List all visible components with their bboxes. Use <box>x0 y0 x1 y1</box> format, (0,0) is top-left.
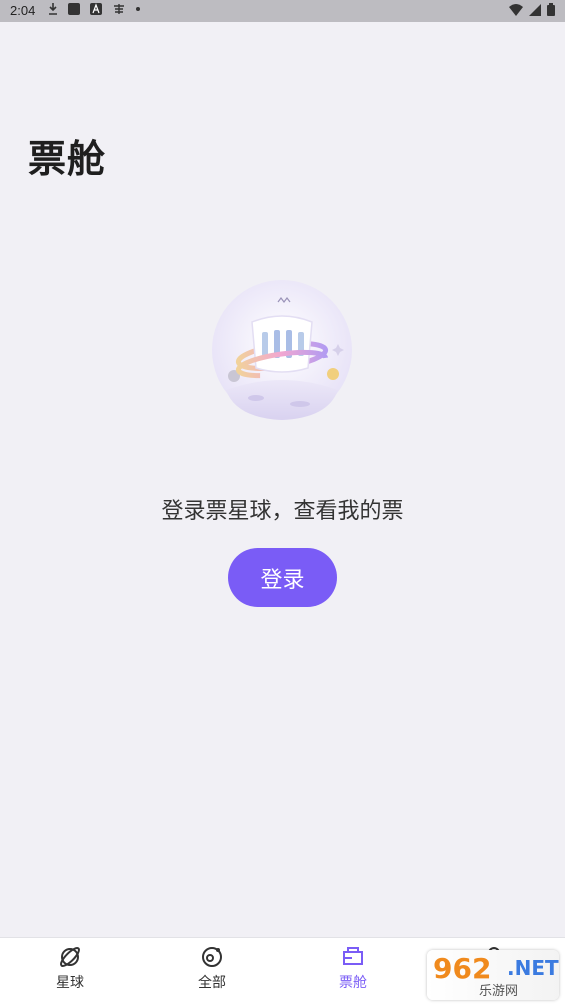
empty-state-message: 登录票星球，查看我的票 <box>161 499 404 524</box>
site-watermark: 962 .NET 乐游网 <box>427 950 559 1000</box>
category-icon <box>202 947 222 967</box>
app-icon <box>68 3 80 15</box>
nav-label-all: 全部 <box>198 975 226 991</box>
page-title: 票舱 <box>28 137 107 181</box>
font-icon <box>90 3 102 15</box>
bug-icon <box>114 4 124 14</box>
battery-icon <box>547 3 555 16</box>
watermark-suffix: .NET <box>507 956 559 980</box>
ticket-cabin-icon <box>343 947 363 965</box>
nav-label-ticket-cabin: 票舱 <box>339 975 367 991</box>
nav-label-planet: 星球 <box>56 975 84 991</box>
signal-icon <box>529 3 541 16</box>
download-icon <box>49 3 57 15</box>
nav-item-planet[interactable]: 星球 <box>20 938 120 1005</box>
status-time: 2:04 <box>10 3 36 18</box>
login-button[interactable]: 登录 <box>228 548 337 607</box>
nav-item-all[interactable]: 全部 <box>162 938 262 1005</box>
planet-icon <box>60 947 80 967</box>
empty-ticket-illustration <box>212 280 352 420</box>
status-bar: 2:04 <box>0 0 565 22</box>
notification-icons <box>48 3 140 15</box>
watermark-caption: 乐游网 <box>479 984 519 999</box>
system-icons <box>509 3 555 16</box>
nav-item-ticket-cabin[interactable]: 票舱 <box>303 938 403 1005</box>
wifi-icon <box>509 3 523 16</box>
dot-icon <box>136 7 140 11</box>
